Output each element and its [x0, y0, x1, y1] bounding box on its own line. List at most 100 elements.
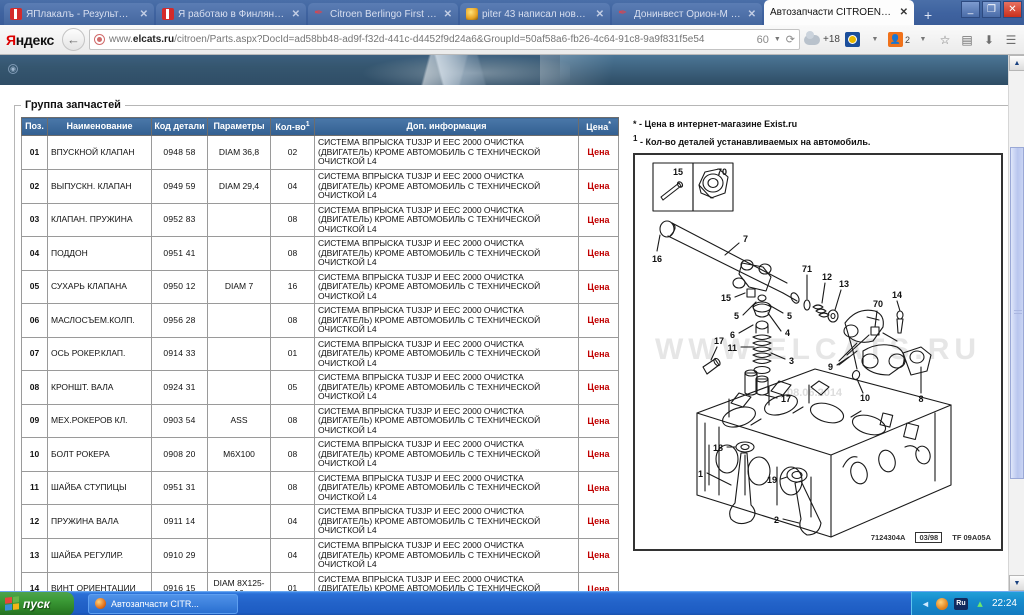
back-button[interactable]: ←	[62, 28, 86, 51]
cell-price[interactable]: Цена	[578, 504, 619, 539]
reader-mode-icon[interactable]: 60	[757, 34, 769, 46]
table-row[interactable]: 13 ШАЙБА РЕГУЛИР. 0910 29 04 СИСТЕМА ВПРЫСКА…	[21, 538, 619, 573]
downloads-icon[interactable]: ⬇	[980, 29, 998, 51]
price-link[interactable]: Цена	[587, 248, 609, 258]
cell-position: 08	[21, 370, 48, 405]
taskbar-item-browser[interactable]: Автозапчасти CITR...	[88, 593, 238, 614]
chevron-down-icon[interactable]: ▼	[774, 36, 781, 43]
cell-price[interactable]: Цена	[578, 168, 619, 204]
cell-position: 02	[21, 168, 48, 204]
table-row[interactable]: 10 БОЛТ РОКЕРА 0908 20 M6X100 08 СИСТЕМА ВПРЫ…	[21, 437, 619, 472]
price-link[interactable]: Цена	[587, 483, 609, 493]
price-link[interactable]: Цена	[587, 382, 609, 392]
cell-price[interactable]: Цена	[578, 538, 619, 573]
price-link[interactable]: Цена	[587, 215, 609, 225]
table-row[interactable]: 06 МАСЛОСЪЕМ.КОЛП. 0956 28 08 СИСТЕМА ВПРЫСК…	[21, 303, 619, 338]
col-header-code[interactable]: Код детали	[151, 116, 208, 137]
price-link[interactable]: Цена	[587, 516, 609, 526]
cell-price[interactable]: Цена	[578, 470, 619, 506]
cell-price[interactable]: Цена	[578, 403, 619, 439]
close-window-button[interactable]: ✕	[1003, 1, 1022, 18]
col-header-param[interactable]: Параметры	[207, 116, 271, 137]
cell-price[interactable]: Цена	[578, 437, 619, 472]
close-icon[interactable]: ✕	[442, 9, 452, 20]
svg-text:3: 3	[789, 356, 794, 366]
table-row[interactable]: 07 ОСЬ РОКЕР.КЛАП. 0914 33 01 СИСТЕМА ВПРЫСК…	[21, 336, 619, 372]
tray-updater-icon[interactable]	[935, 597, 948, 610]
cell-quantity: 08	[270, 303, 315, 338]
table-row[interactable]: 02 ВЫПУСКН. КЛАПАН 0949 59 DIAM 29,4 04 СИСТЕ…	[21, 168, 619, 204]
start-button[interactable]: пуск	[0, 591, 74, 615]
menu-icon[interactable]: ☰	[1002, 29, 1020, 51]
parts-diagram[interactable]: WWW.ELCATS.RU 08.06.2014 15 70 16 7 15 5…	[633, 153, 1003, 551]
browser-tab-3[interactable]: Citroen Berlingo First - C... ✕	[308, 3, 458, 25]
scrollbar-thumb[interactable]	[1010, 147, 1024, 479]
table-row[interactable]: 01 ВПУСКНОЙ КЛАПАН 0948 58 DIAM 36,8 02 СИСТЕ…	[21, 135, 619, 170]
new-tab-button[interactable]: +	[916, 7, 940, 25]
browser-tab-6-active[interactable]: Автозапчасти CITROEN - эл... ✕	[764, 0, 914, 25]
network-icon[interactable]: ▴	[974, 598, 986, 610]
col-header-info[interactable]: Доп. информация	[314, 116, 579, 137]
close-icon[interactable]: ✕	[290, 9, 300, 20]
users-count: 2	[904, 34, 910, 45]
table-row[interactable]: 03 КЛАПАН. ПРУЖИНА 0952 83 08 СИСТЕМА ВПРЫСК…	[21, 202, 619, 238]
price-link[interactable]: Цена	[587, 349, 609, 359]
price-link[interactable]: Цена	[587, 282, 609, 292]
cylinder-head-technical-drawing: 15 70 16 7 15 5 5 6 4 11 3 17 71 12 13 7…	[652, 162, 952, 538]
table-row[interactable]: 14ВИНТ ОРИЕНТАЦИИ0916 15DIAM 8X125-1601С…	[21, 571, 619, 591]
cell-price[interactable]: Цена	[578, 269, 619, 305]
browser-tab-2[interactable]: Я работаю в Финлянди... ✕	[156, 3, 306, 25]
chevron-down-icon[interactable]: ▼	[866, 29, 884, 51]
col-header-price[interactable]: Цена*	[578, 116, 619, 137]
cell-price[interactable]: Цена	[578, 236, 619, 271]
tray-expand-icon[interactable]: ◄	[921, 599, 930, 609]
price-link[interactable]: Цена	[587, 584, 609, 591]
close-icon[interactable]: ✕	[594, 9, 604, 20]
close-icon[interactable]: ✕	[898, 7, 908, 18]
browser-tab-1[interactable]: ЯПлакалъ - Результаты... ✕	[4, 3, 154, 25]
scroll-up-button[interactable]: ▲	[1009, 55, 1024, 71]
users-extension-button[interactable]: 👤 2	[887, 29, 910, 51]
col-header-pos[interactable]: Поз.	[21, 116, 48, 137]
price-link[interactable]: Цена	[587, 416, 609, 426]
price-link[interactable]: Цена	[587, 550, 609, 560]
cell-price[interactable]: Цена	[578, 135, 619, 170]
close-icon[interactable]: ✕	[138, 9, 148, 20]
banner-logo-icon: ◉	[8, 64, 18, 74]
language-indicator[interactable]: Ru	[953, 597, 968, 610]
cell-price[interactable]: Цена	[578, 370, 619, 405]
price-link[interactable]: Цена	[587, 315, 609, 325]
reading-list-icon[interactable]: ▤	[958, 29, 976, 51]
cell-price[interactable]: Цена	[578, 202, 619, 238]
bookmark-star-icon[interactable]: ☆	[936, 29, 954, 51]
svg-text:15: 15	[673, 167, 683, 177]
table-row[interactable]: 11 ШАЙБА СТУПИЦЫ 0951 31 08 СИСТЕМА ВПРЫСКА …	[21, 470, 619, 506]
close-icon[interactable]: ✕	[746, 9, 756, 20]
table-row[interactable]: 08 КРОНШТ. ВАЛА 0924 31 05 СИСТЕМА ВПРЫСКА T…	[21, 370, 619, 405]
browser-tab-4[interactable]: piter 43 написал новое с... ✕	[460, 3, 610, 25]
weather-widget[interactable]: +18	[804, 29, 840, 51]
maximize-button[interactable]: ❐	[982, 1, 1001, 18]
scroll-down-button[interactable]: ▼	[1009, 575, 1024, 591]
table-row[interactable]: 04 ПОДДОН 0951 41 08 СИСТЕМА ВПРЫСКА TU3JP И…	[21, 236, 619, 271]
table-row[interactable]: 05 СУХАРЬ КЛАПАНА 0950 12 DIAM 7 16 СИСТЕМА В…	[21, 269, 619, 305]
cell-quantity: 01	[270, 571, 315, 591]
browser-tab-5[interactable]: Донинвест Орион-М – э... ✕	[612, 3, 762, 25]
security-extension-button[interactable]	[844, 29, 862, 51]
chevron-down-icon[interactable]: ▼	[914, 29, 932, 51]
col-header-qty[interactable]: Кол-во1	[270, 116, 315, 137]
table-row[interactable]: 09 МЕХ.РОКЕРОВ КЛ. 0903 54 ASS 08 СИСТЕМА ВПР…	[21, 403, 619, 439]
price-link[interactable]: Цена	[587, 181, 609, 191]
reload-icon[interactable]: ⟳	[786, 33, 795, 46]
price-link[interactable]: Цена	[587, 449, 609, 459]
cell-price[interactable]: Цена	[578, 303, 619, 338]
cell-price[interactable]: Цена	[578, 336, 619, 372]
address-bar[interactable]: www.elcats.ru/citroen/Parts.aspx?DocId=a…	[89, 29, 801, 50]
table-row[interactable]: 12 ПРУЖИНА ВАЛА 0911 14 04 СИСТЕМА ВПРЫСКА T…	[21, 504, 619, 539]
cell-price[interactable]: Цена	[578, 571, 619, 591]
minimize-button[interactable]: _	[961, 1, 980, 18]
vertical-scrollbar[interactable]: ▲ ▼	[1008, 55, 1024, 591]
yaplakal-icon	[162, 8, 174, 20]
col-header-name[interactable]: Наименование	[47, 116, 152, 137]
price-link[interactable]: Цена	[587, 147, 609, 157]
